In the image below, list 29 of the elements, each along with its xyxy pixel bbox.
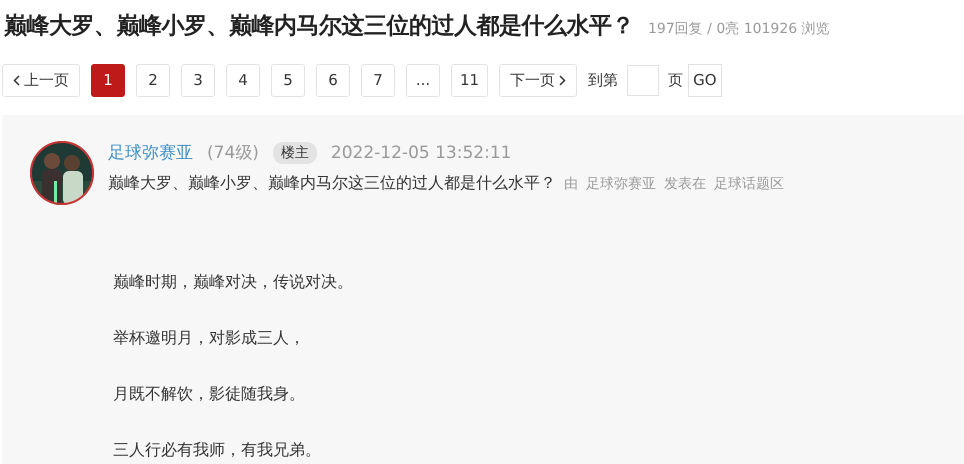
post-paragraph: 巅峰时期，巅峰对决，传说对决。 xyxy=(113,271,354,293)
page-button[interactable]: 2 xyxy=(136,64,170,96)
page-button[interactable]: ... xyxy=(406,64,440,96)
page-unit-label: 页 xyxy=(668,70,684,90)
post-subject: 巅峰大罗、巅峰小罗、巅峰内马尔这三位的过人都是什么水平？ xyxy=(108,173,556,194)
post-time: 2022-12-05 13:52:11 xyxy=(330,142,512,162)
goto-label: 到第 xyxy=(588,70,618,90)
page-number-field[interactable] xyxy=(627,64,660,96)
chevron-left-icon xyxy=(13,74,20,86)
by-label: 由 xyxy=(564,175,578,193)
op-badge: 楼主 xyxy=(272,142,317,164)
thread-title: 巅峰大罗、巅峰小罗、巅峰内马尔这三位的过人都是什么水平？ xyxy=(4,12,634,41)
post-paragraph: 月既不解饮，影徒随我身。 xyxy=(113,383,306,405)
page-button[interactable]: 11 xyxy=(451,64,488,96)
page-button[interactable]: 5 xyxy=(271,64,305,96)
chevron-right-icon xyxy=(559,74,566,86)
page-button[interactable]: 7 xyxy=(361,64,395,96)
page-button[interactable]: 4 xyxy=(226,64,260,96)
go-button[interactable]: GO xyxy=(688,64,722,96)
post-paragraph: 举杯邀明月，对影成三人， xyxy=(113,327,306,349)
user-level: (74级) xyxy=(207,142,259,164)
page-button[interactable]: 6 xyxy=(316,64,350,96)
prev-page-button[interactable]: 上一页 xyxy=(2,64,80,96)
post-paragraph: 三人行必有我师，有我兄弟。 xyxy=(113,439,322,461)
thread-stats: 197回复 / 0亮 101926 浏览 xyxy=(648,20,830,38)
posted-in-label: 发表在 xyxy=(664,175,706,193)
next-page-button[interactable]: 下一页 xyxy=(499,64,578,96)
page-button[interactable]: 1 xyxy=(91,64,125,96)
page-button[interactable]: 3 xyxy=(181,64,215,96)
